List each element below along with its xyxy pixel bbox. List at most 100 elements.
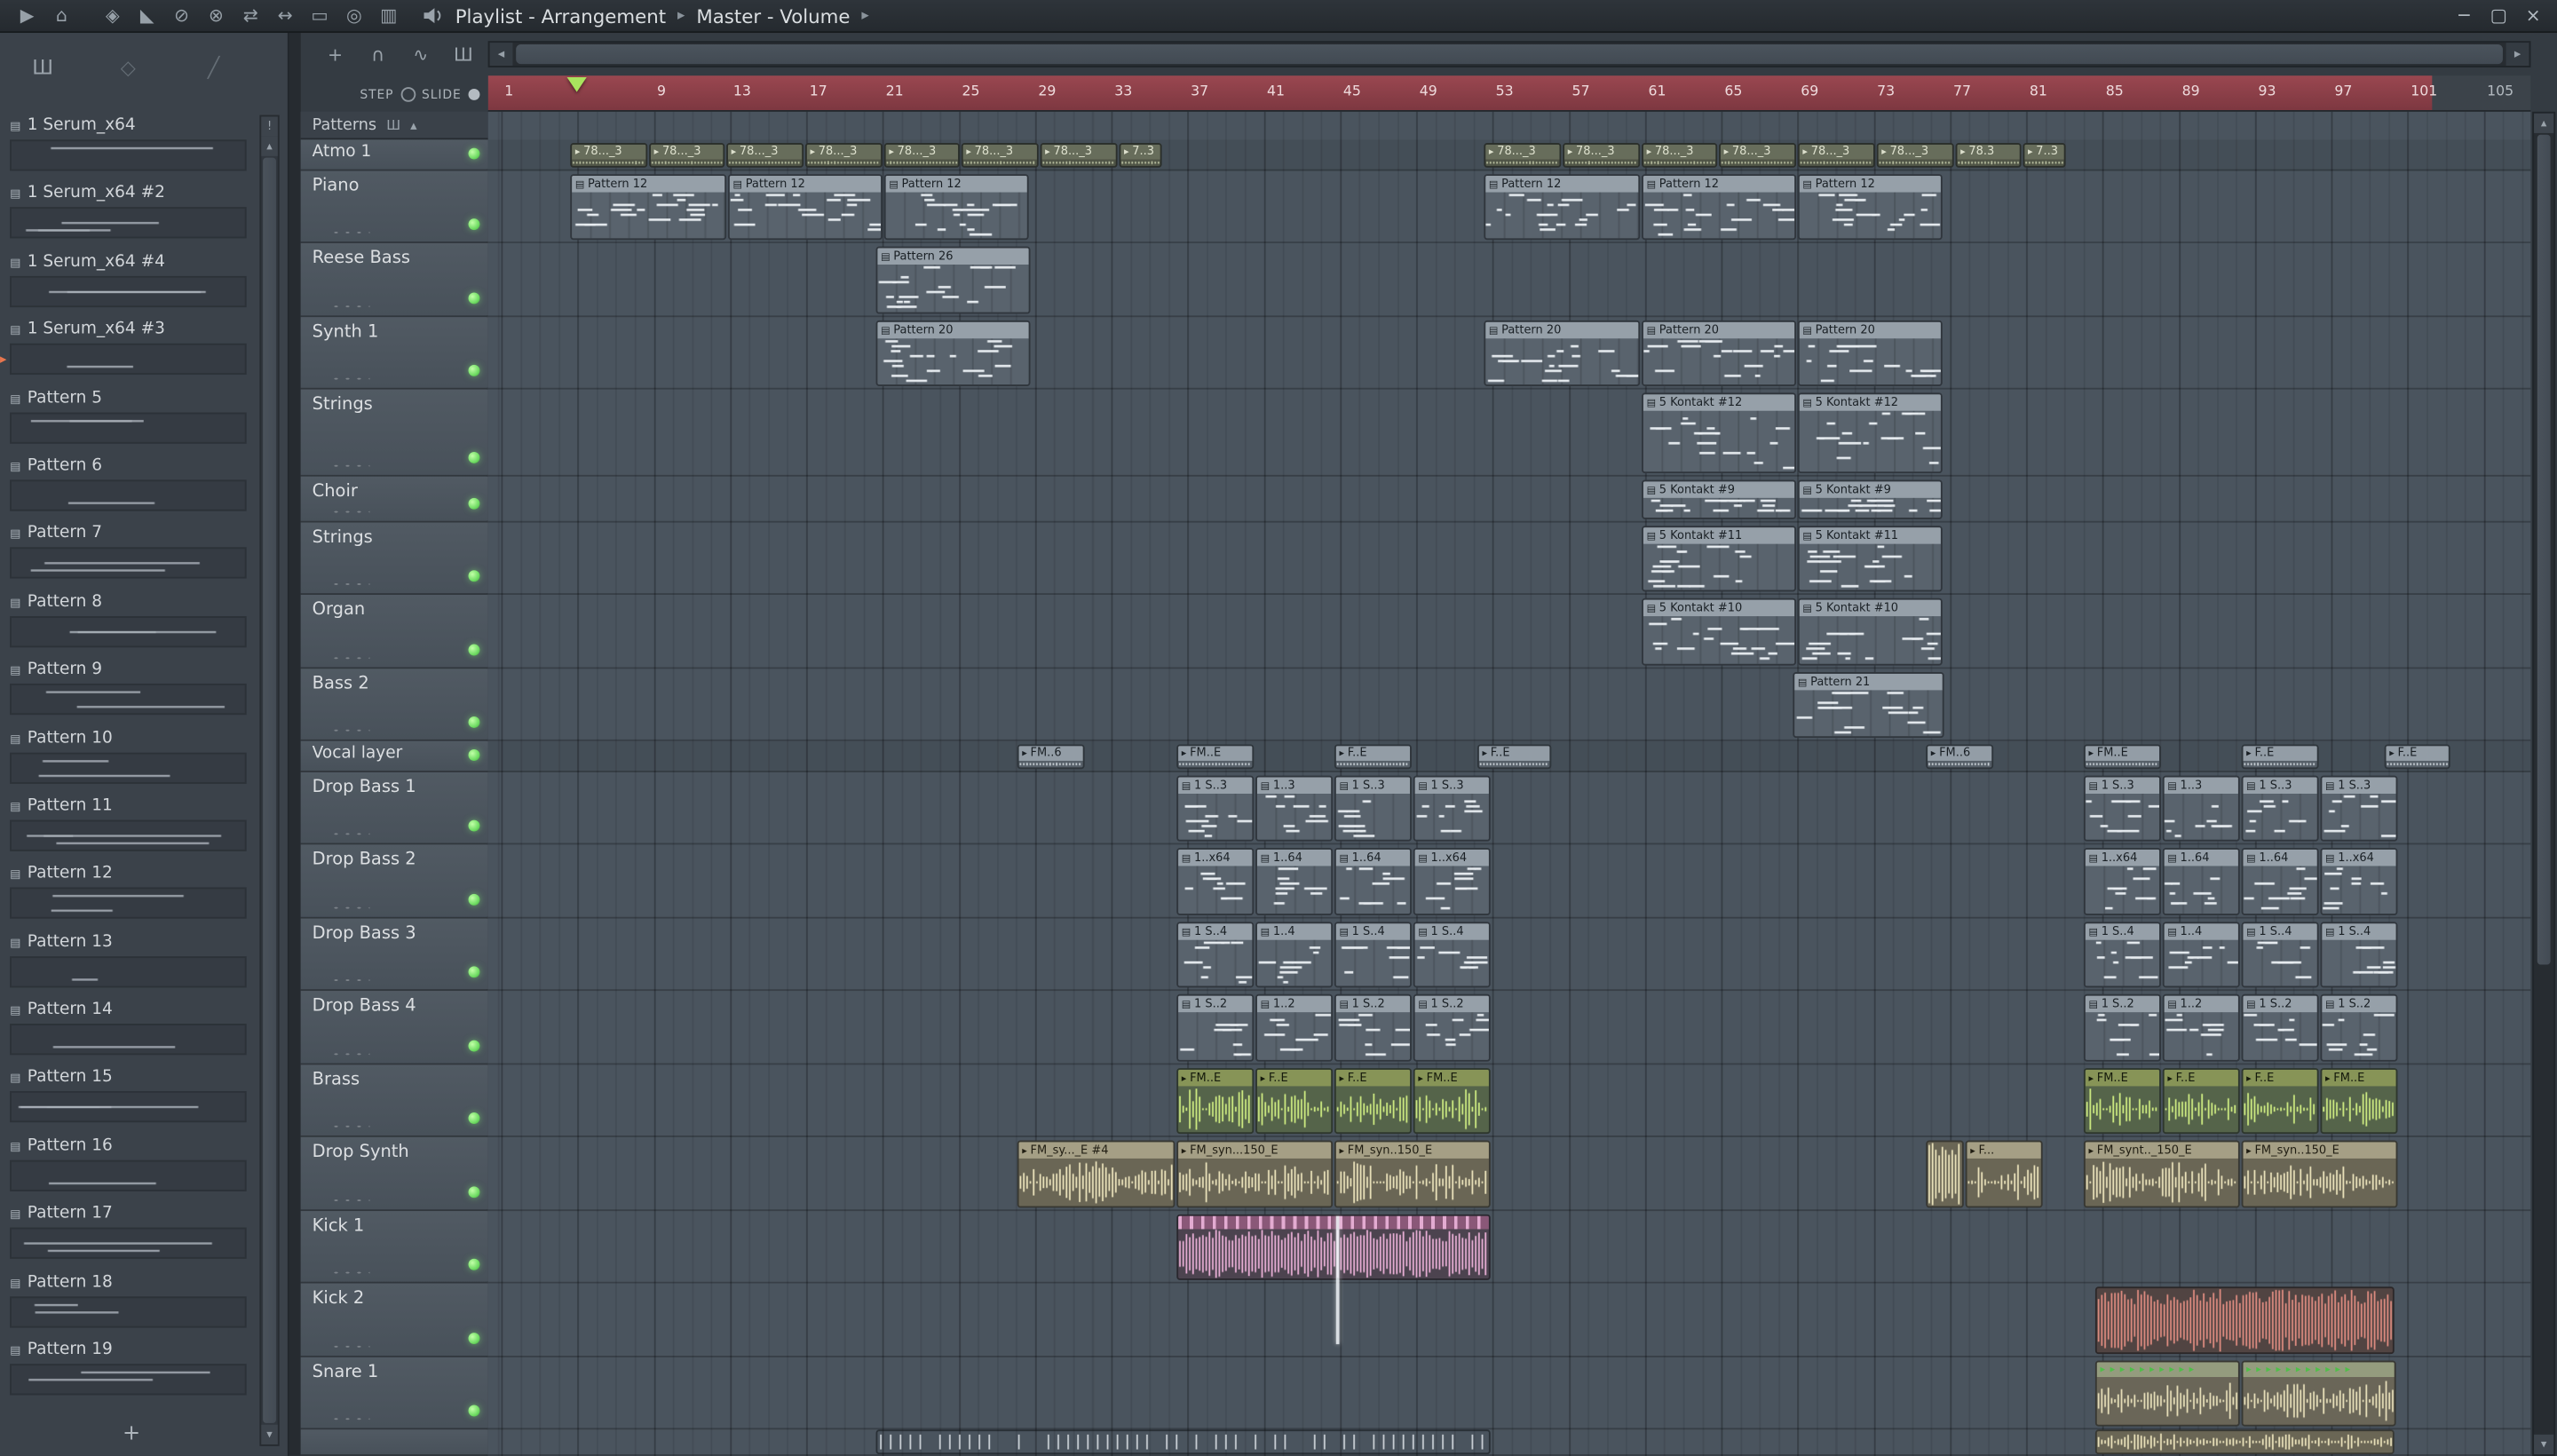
- clip-fm-synt-150-e[interactable]: ▸ FM_synt.._150_E: [2083, 1140, 2240, 1208]
- scroll-left-icon[interactable]: ◂: [489, 43, 513, 67]
- clip-78-3[interactable]: ▸ 78..._3: [1797, 143, 1875, 168]
- audio-clip[interactable]: [1176, 1214, 1491, 1280]
- clip-f-e[interactable]: ▸ F..E: [2162, 1068, 2240, 1135]
- track-header-drop-bass-2[interactable]: Drop Bass 2: [300, 844, 488, 919]
- picker-info-button[interactable]: !: [261, 116, 278, 137]
- clip-1-s-2[interactable]: ▤ 1 S..2: [2320, 993, 2398, 1062]
- clip-pattern-12[interactable]: ▤ Pattern 12: [1797, 174, 1943, 241]
- track-mute-led[interactable]: [468, 1040, 480, 1052]
- track-header-choir[interactable]: Choir: [300, 476, 488, 523]
- clip-fm-e[interactable]: ▸ FM..E: [1176, 1068, 1255, 1135]
- clip-f-e[interactable]: ▸ F..E: [1255, 1068, 1334, 1135]
- clip-78-3[interactable]: ▸ 78..._3: [961, 143, 1039, 168]
- scroll-right-icon[interactable]: ▸: [2506, 43, 2529, 67]
- track-header-reese-bass[interactable]: Reese Bass: [300, 242, 488, 318]
- clip-5-kontakt-10[interactable]: ▤ 5 Kontakt #10: [1642, 597, 1797, 666]
- horizontal-scroll-thumb[interactable]: [516, 44, 2503, 65]
- track-lane-kick-1[interactable]: [487, 1211, 2531, 1284]
- grid-view-icon[interactable]: Ш: [0, 56, 85, 79]
- clip-5-kontakt-12[interactable]: ▤ 5 Kontakt #12: [1642, 392, 1797, 474]
- scroll-down-icon[interactable]: ▾: [261, 1424, 278, 1444]
- clip-fm-e[interactable]: ▸ FM..E: [2083, 744, 2161, 770]
- clip-1-64[interactable]: ▤ 1..64: [2241, 848, 2319, 915]
- pattern-item-1-serum-x64-4[interactable]: ▤ 1 Serum_x64 #4: [0, 251, 257, 320]
- vertical-scroll-thumb[interactable]: [2537, 134, 2551, 965]
- track-mute-led[interactable]: [468, 1333, 480, 1345]
- clip-1-s-4[interactable]: ▤ 1 S..4: [2320, 922, 2398, 988]
- pattern-item-pattern-12[interactable]: ▤ Pattern 12: [0, 863, 257, 931]
- track-mute-led[interactable]: [468, 292, 480, 305]
- clip-1-x64[interactable]: ▤ 1..x64: [1176, 848, 1255, 915]
- clip-pattern-26[interactable]: ▤ Pattern 26: [875, 246, 1031, 314]
- picker-scrollbar[interactable]: ! ▴ ▾: [259, 115, 280, 1446]
- track-header-drop-bass-4[interactable]: Drop Bass 4: [300, 991, 488, 1065]
- clip-1-s-3[interactable]: ▤ 1 S..3: [2083, 775, 2161, 842]
- clip-78-3[interactable]: ▸ 78..._3: [1040, 143, 1118, 168]
- clip-1-s-2[interactable]: ▤ 1 S..2: [2241, 993, 2319, 1062]
- add-pattern-button[interactable]: +: [115, 1421, 148, 1446]
- track-header-vocal-layer[interactable]: Vocal layer: [300, 740, 488, 772]
- track-mute-led[interactable]: [468, 1112, 480, 1125]
- scroll-up-icon[interactable]: ▴: [261, 136, 278, 156]
- track-mute-led[interactable]: [468, 893, 480, 906]
- clip-1-3[interactable]: ▤ 1..3: [1255, 775, 1334, 842]
- playhead-marker[interactable]: [567, 76, 588, 92]
- layout-icon[interactable]: Ш: [386, 117, 400, 132]
- collapse-icon[interactable]: ▴: [410, 117, 416, 132]
- maximize-button[interactable]: ▢: [2482, 0, 2516, 32]
- clip-1-2[interactable]: ▤ 1..2: [2162, 993, 2240, 1062]
- track-mute-led[interactable]: [468, 570, 480, 582]
- clip-fm-syn-150-e[interactable]: ▸ FM_syn..150_E: [2241, 1140, 2398, 1208]
- track-mute-led[interactable]: [468, 1258, 480, 1270]
- zoom-icon[interactable]: ◎: [336, 0, 371, 32]
- audio-clip[interactable]: ▸▸▸▸▸▸▸▸▸▸▸: [2241, 1360, 2396, 1427]
- magnet-icon[interactable]: ∩: [357, 44, 400, 65]
- clip-1-s-3[interactable]: ▤ 1 S..3: [2241, 775, 2319, 842]
- track-mute-led[interactable]: [468, 451, 480, 463]
- clip-pattern-20[interactable]: ▤ Pattern 20: [1484, 320, 1641, 386]
- clip-pattern-12[interactable]: ▤ Pattern 12: [1642, 174, 1797, 241]
- marquee-icon[interactable]: ▭: [303, 0, 337, 32]
- track-mute-led[interactable]: [468, 819, 480, 832]
- clip-fm-e[interactable]: ▸ FM..E: [1413, 1068, 1491, 1135]
- track-header-drop-synth[interactable]: Drop Synth: [300, 1136, 488, 1212]
- disable-icon[interactable]: ⊘: [164, 0, 199, 32]
- clip-5-kontakt-11[interactable]: ▤ 5 Kontakt #11: [1642, 526, 1797, 592]
- clip-78-3[interactable]: ▸ 78..._3: [1719, 143, 1797, 168]
- clip-f-e[interactable]: ▸ F..E: [1334, 1068, 1412, 1135]
- clip-1-3[interactable]: ▤ 1..3: [2162, 775, 2240, 842]
- mute-icon[interactable]: ⊗: [199, 0, 234, 32]
- pattern-item-pattern-19[interactable]: ▤ Pattern 19: [0, 1340, 257, 1408]
- pattern-item-1-serum-x64-3[interactable]: ▤ 1 Serum_x64 #3 ▸: [0, 319, 257, 387]
- clip-1-2[interactable]: ▤ 1..2: [1255, 993, 1334, 1062]
- track-header-kick-1[interactable]: Kick 1: [300, 1211, 488, 1284]
- clip-7-3[interactable]: ▸ 7..3: [1119, 143, 1162, 168]
- clip-78-3[interactable]: ▸ 78.3: [1955, 143, 2022, 168]
- play-icon[interactable]: ▶: [10, 0, 44, 32]
- clip-fm-syn-150-e[interactable]: ▸ FM_syn...150_E: [1176, 1140, 1334, 1208]
- clip-1-s-3[interactable]: ▤ 1 S..3: [1176, 775, 1255, 842]
- clip-fm-e[interactable]: ▸ FM..E: [2320, 1068, 2398, 1135]
- pattern-item-1-serum-x64-2[interactable]: ▤ 1 Serum_x64 #2: [0, 183, 257, 251]
- track-header-brass[interactable]: Brass: [300, 1064, 488, 1137]
- clip-78-3[interactable]: ▸ 78..._3: [649, 143, 725, 168]
- track-header-piano[interactable]: Piano: [300, 170, 488, 243]
- pattern-item-pattern-10[interactable]: ▤ Pattern 10: [0, 727, 257, 795]
- plus-icon[interactable]: +: [314, 44, 357, 65]
- timeline-ruler[interactable]: 1 9 13 17 21 25 29 33 37 41 45 49 53 57 61 65 69 73 77 81 85…: [487, 75, 2531, 112]
- clip-1-s-2[interactable]: ▤ 1 S..2: [1334, 993, 1412, 1062]
- track-header-kick-2[interactable]: Kick 2: [300, 1283, 488, 1357]
- clip-1-4[interactable]: ▤ 1..4: [1255, 922, 1334, 988]
- wave-icon[interactable]: ∿: [400, 44, 442, 65]
- track-mute-led[interactable]: [468, 1186, 480, 1199]
- clip-1-4[interactable]: ▤ 1..4: [2162, 922, 2240, 988]
- swatch-icon[interactable]: ◇: [85, 56, 170, 79]
- track-lane-organ[interactable]: [487, 595, 2531, 669]
- clip-pattern-21[interactable]: ▤ Pattern 21: [1793, 672, 1944, 739]
- audio-clip[interactable]: ▸▸▸▸▸▸▸▸▸▸: [2094, 1360, 2240, 1427]
- track-header-bass-2[interactable]: Bass 2: [300, 669, 488, 741]
- pattern-item-pattern-13[interactable]: ▤ Pattern 13: [0, 931, 257, 1000]
- track-lane-bass-2[interactable]: [487, 669, 2531, 741]
- audio-clip[interactable]: [2094, 1429, 2395, 1455]
- clip-fm-e[interactable]: ▸ FM..E: [2083, 1068, 2161, 1135]
